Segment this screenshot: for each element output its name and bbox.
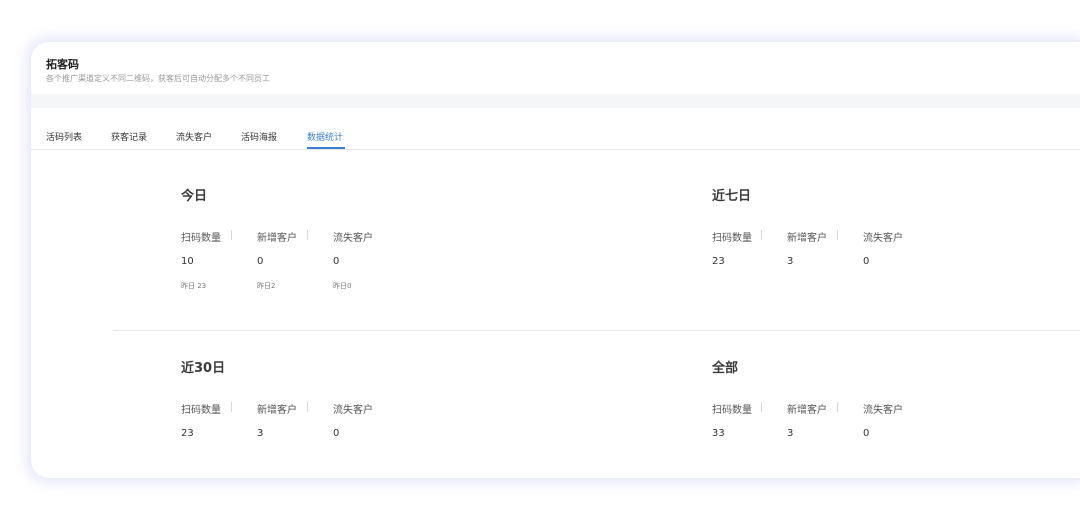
metric-label-new-customers: 新增客户 <box>787 233 827 244</box>
section-divider <box>113 330 1080 331</box>
metric-yesterday-scans: 昨日 23 <box>181 282 207 290</box>
page-header: 拓客码 各个推广渠道定义不同二维码，获客后可自动分配多个不同员工 <box>31 42 1080 94</box>
section-title-all: 全部 <box>712 361 739 376</box>
separator <box>761 230 762 240</box>
metric-value-lost-customers: 0 <box>863 428 870 439</box>
metric-value-scans: 23 <box>712 256 725 267</box>
page-subtitle: 各个推广渠道定义不同二维码，获客后可自动分配多个不同员工 <box>46 74 270 83</box>
separator <box>837 230 838 240</box>
metric-label-scans: 扫码数量 <box>181 405 221 416</box>
metric-value-lost-customers: 0 <box>333 256 340 267</box>
metric-label-lost-customers: 流失客户 <box>863 233 903 244</box>
metric-value-new-customers: 0 <box>257 256 264 267</box>
metric-label-lost-customers: 流失客户 <box>863 405 903 416</box>
separator <box>307 230 308 240</box>
tab-code-list[interactable]: 活码列表 <box>46 130 82 143</box>
metric-label-scans: 扫码数量 <box>181 233 221 244</box>
page-title: 拓客码 <box>46 58 79 71</box>
separator <box>307 402 308 412</box>
metric-yesterday-lost-customers: 昨日0 <box>333 282 352 290</box>
metric-value-scans: 23 <box>181 428 194 439</box>
section-title-today: 今日 <box>181 189 208 204</box>
metric-label-lost-customers: 流失客户 <box>333 405 373 416</box>
tab-bar: 活码列表 获客记录 流失客户 活码海报 数据统计 <box>31 108 1080 150</box>
metric-value-scans: 10 <box>181 256 194 267</box>
section-title-month: 近30日 <box>181 361 226 376</box>
tab-acquire-records[interactable]: 获客记录 <box>111 130 147 143</box>
active-tab-indicator <box>307 147 345 149</box>
tab-code-posters[interactable]: 活码海报 <box>241 130 277 143</box>
separator <box>761 402 762 412</box>
separator <box>231 402 232 412</box>
metric-label-lost-customers: 流失客户 <box>333 233 373 244</box>
tab-lost-customers[interactable]: 流失客户 <box>176 130 212 143</box>
metric-value-new-customers: 3 <box>257 428 264 439</box>
metric-value-new-customers: 3 <box>787 256 794 267</box>
metric-yesterday-new-customers: 昨日2 <box>257 282 276 290</box>
metric-label-new-customers: 新增客户 <box>257 233 297 244</box>
metric-value-lost-customers: 0 <box>333 428 340 439</box>
metric-label-new-customers: 新增客户 <box>257 405 297 416</box>
separator <box>837 402 838 412</box>
metric-value-scans: 33 <box>712 428 725 439</box>
metric-value-lost-customers: 0 <box>863 256 870 267</box>
separator <box>231 230 232 240</box>
main-card: 拓客码 各个推广渠道定义不同二维码，获客后可自动分配多个不同员工 活码列表 获客… <box>31 42 1080 478</box>
metric-value-new-customers: 3 <box>787 428 794 439</box>
metric-label-scans: 扫码数量 <box>712 405 752 416</box>
metric-label-new-customers: 新增客户 <box>787 405 827 416</box>
tab-statistics[interactable]: 数据统计 <box>307 130 343 143</box>
section-title-week: 近七日 <box>712 189 752 204</box>
metric-label-scans: 扫码数量 <box>712 233 752 244</box>
header-divider-band <box>31 94 1080 108</box>
